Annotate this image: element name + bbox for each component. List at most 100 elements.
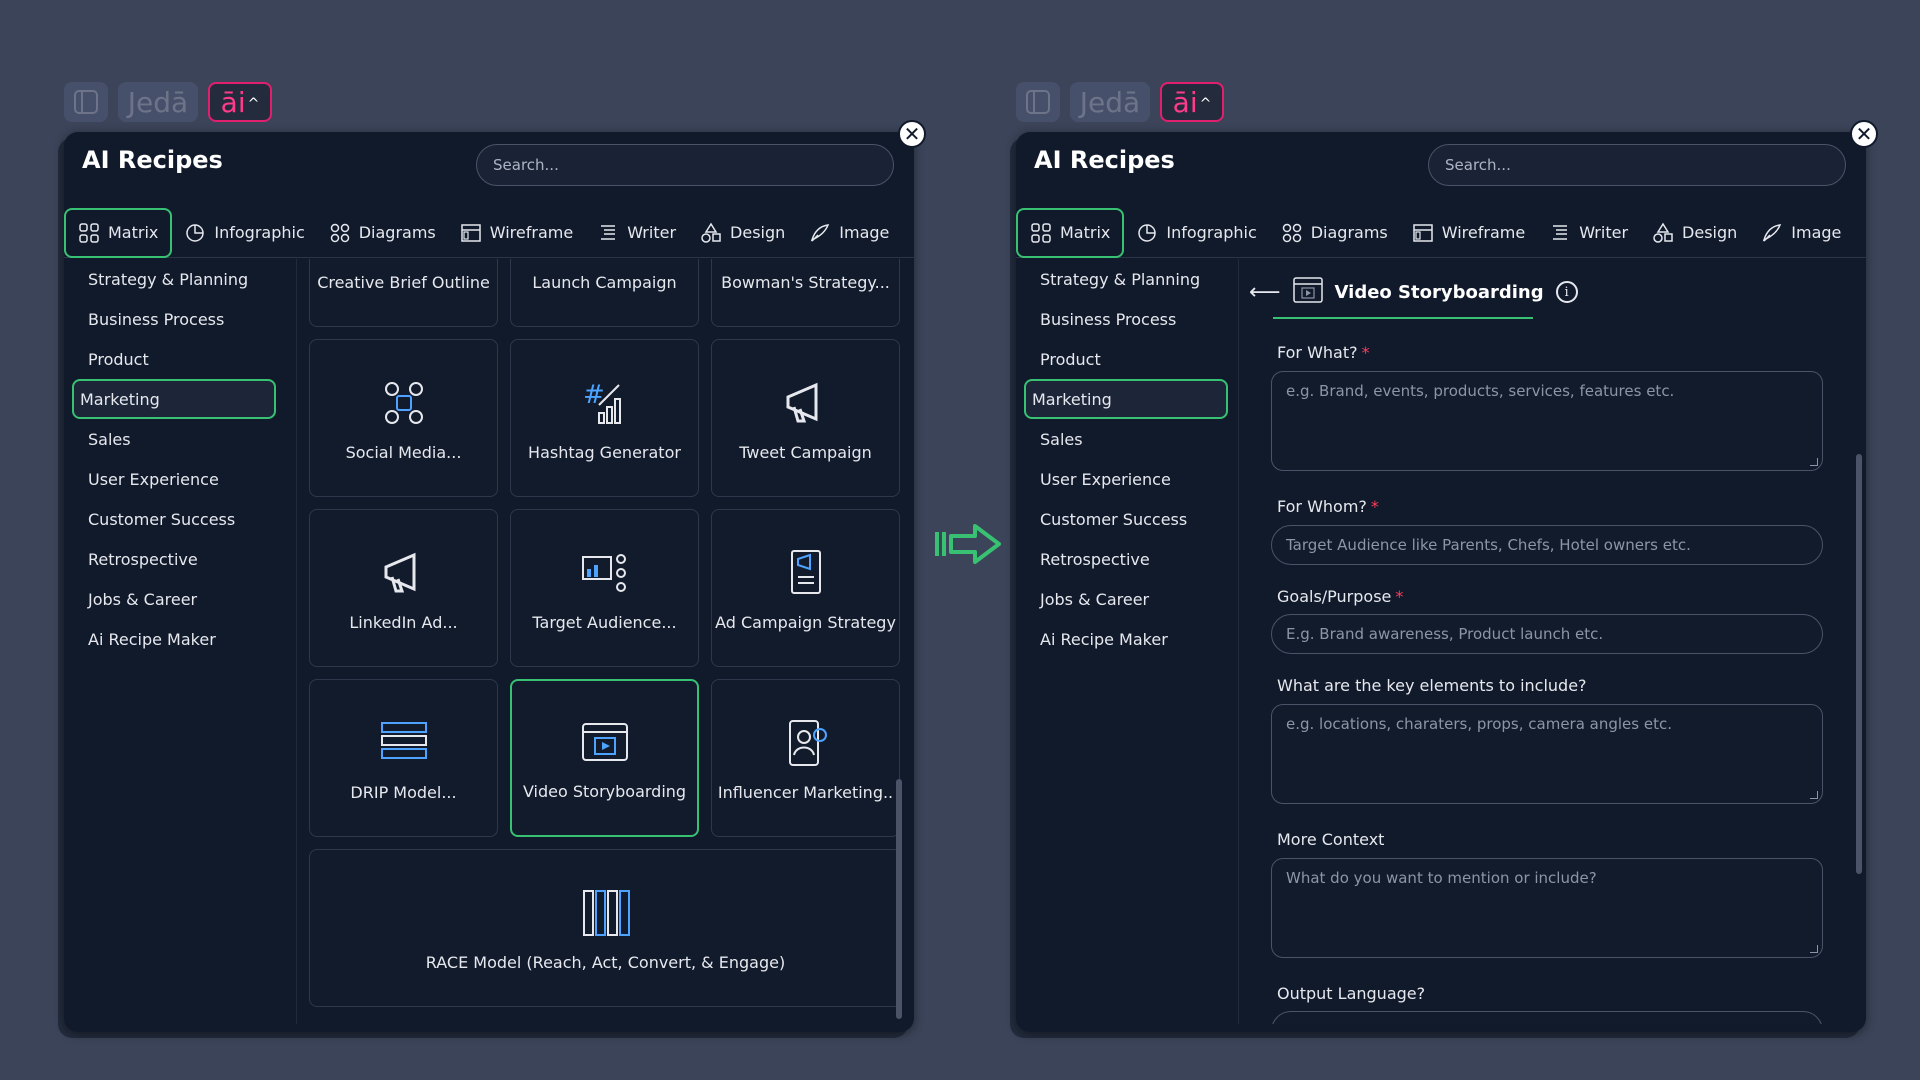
tab-label: Image <box>839 223 890 242</box>
resize-handle-icon[interactable] <box>1810 458 1818 466</box>
sidebar-item-ai-recipe-maker[interactable]: Ai Recipe Maker <box>72 619 276 659</box>
sidebar-item-retrospective[interactable]: Retrospective <box>1024 539 1228 579</box>
sidebar-item-strategy-planning[interactable]: Strategy & Planning <box>1024 259 1228 299</box>
tab-infographic[interactable]: Infographic <box>1124 208 1268 258</box>
sidebar-item-retrospective[interactable]: Retrospective <box>72 539 276 579</box>
recipe-card-tweet-campaign[interactable]: Tweet Campaign <box>711 339 900 497</box>
field-label-for-whom: For Whom? * <box>1277 497 1379 516</box>
tab-wireframe[interactable]: Wireframe <box>448 208 585 258</box>
category-sidebar: Strategy & Planning Business Process Pro… <box>64 259 284 659</box>
tab-writer[interactable]: Writer <box>585 208 688 258</box>
sidebar-toggle-icon[interactable] <box>64 82 108 122</box>
recipe-form: ⟵ Video Storyboarding i For What? * e.g. … <box>1238 259 1866 1024</box>
sidebar-item-customer-success[interactable]: Customer Success <box>72 499 276 539</box>
label-text: For What? <box>1277 343 1358 362</box>
key-elements-textarea[interactable]: e.g. locations, charaters, props, camera… <box>1271 704 1823 804</box>
sidebar-item-jobs-career[interactable]: Jobs & Career <box>1024 579 1228 619</box>
for-whom-input[interactable]: Target Audience like Parents, Chefs, Hot… <box>1271 525 1823 565</box>
sidebar-item-business-process[interactable]: Business Process <box>72 299 276 339</box>
search-input[interactable]: Search... <box>1428 144 1846 186</box>
label-text: For Whom? <box>1277 497 1367 516</box>
resize-handle-icon[interactable] <box>1810 945 1818 953</box>
tab-matrix[interactable]: Matrix <box>1016 207 1125 258</box>
tab-matrix[interactable]: Matrix <box>64 207 173 258</box>
tab-diagrams[interactable]: Diagrams <box>317 208 448 258</box>
resize-handle-icon[interactable] <box>1810 791 1818 799</box>
ai-button[interactable]: āi ^ <box>208 82 272 122</box>
card-label: RACE Model (Reach, Act, Convert, & Engag… <box>425 953 786 972</box>
sidebar-item-ai-recipe-maker[interactable]: Ai Recipe Maker <box>1024 619 1228 659</box>
stack-icon <box>376 715 432 771</box>
recipe-card-ad-campaign-strategy[interactable]: Ad Campaign Strategy <box>711 509 900 667</box>
sidebar-item-customer-success[interactable]: Customer Success <box>1024 499 1228 539</box>
recipe-card-linkedin-ad[interactable]: LinkedIn Ad... <box>309 509 498 667</box>
tab-image[interactable]: Image <box>797 208 901 258</box>
back-arrow-icon[interactable]: ⟵ <box>1249 280 1281 305</box>
field-label-more-context: More Context <box>1277 830 1384 849</box>
tab-label: Matrix <box>1060 223 1111 242</box>
recipe-card-race-model[interactable]: RACE Model (Reach, Act, Convert, & Engag… <box>309 849 902 1007</box>
label-text: What are the key elements to include? <box>1277 676 1587 695</box>
sidebar-item-jobs-career[interactable]: Jobs & Career <box>72 579 276 619</box>
tab-label: Infographic <box>1166 223 1257 242</box>
megaphone-icon <box>778 375 834 431</box>
ai-button[interactable]: āi ^ <box>1160 82 1224 122</box>
jeda-logo-button[interactable]: Jedā <box>118 82 198 122</box>
placeholder: Target Audience like Parents, Chefs, Hot… <box>1286 536 1691 554</box>
jeda-logo-button[interactable]: Jedā <box>1070 82 1150 122</box>
recipe-card-drip-model[interactable]: DRIP Model... <box>309 679 498 837</box>
sidebar-item-strategy-planning[interactable]: Strategy & Planning <box>72 259 276 299</box>
sidebar-toggle-icon[interactable] <box>1016 82 1060 122</box>
close-icon[interactable]: ✕ <box>898 120 926 148</box>
grid-icon <box>1030 222 1052 244</box>
sidebar-item-marketing[interactable]: Marketing <box>1024 379 1228 419</box>
form-title: Video Storyboarding <box>1334 281 1544 303</box>
tab-label: Diagrams <box>358 223 436 242</box>
tab-label: Wireframe <box>1441 223 1526 242</box>
sidebar-item-user-experience[interactable]: User Experience <box>72 459 276 499</box>
video-icon <box>577 714 633 770</box>
sidebar-item-product[interactable]: Product <box>1024 339 1228 379</box>
tab-writer[interactable]: Writer <box>1537 208 1640 258</box>
ai-recipes-panel-left: ✕ AI Recipes Search... Matrix Infographi… <box>64 120 926 1032</box>
search-input[interactable]: Search... <box>476 144 894 186</box>
tab-infographic[interactable]: Infographic <box>172 208 316 258</box>
grid-scrollbar[interactable] <box>896 779 902 1019</box>
recipe-card-social-media[interactable]: Social Media... <box>309 339 498 497</box>
more-context-textarea[interactable]: What do you want to mention or include? <box>1271 858 1823 958</box>
recipe-card-influencer-marketing[interactable]: Influencer Marketing.. <box>711 679 900 837</box>
shapes-icon <box>700 222 722 244</box>
left-topbar: Jedā āi ^ <box>64 81 272 123</box>
recipe-card-target-audience[interactable]: Target Audience... <box>510 509 699 667</box>
sidebar-item-business-process[interactable]: Business Process <box>1024 299 1228 339</box>
recipe-card-launch-campaign[interactable]: Launch Campaign <box>510 259 699 327</box>
influencer-icon <box>778 715 834 771</box>
sidebar-item-marketing[interactable]: Marketing <box>72 379 276 419</box>
sidebar-item-sales[interactable]: Sales <box>72 419 276 459</box>
card-label: Social Media... <box>345 443 462 462</box>
lines-icon <box>1549 222 1571 244</box>
ai-label: āi <box>1172 85 1198 119</box>
sidebar-item-user-experience[interactable]: User Experience <box>1024 459 1228 499</box>
tab-diagrams[interactable]: Diagrams <box>1269 208 1400 258</box>
video-icon <box>1292 277 1323 307</box>
for-what-textarea[interactable]: e.g. Brand, events, products, services, … <box>1271 371 1823 471</box>
field-label-for-what: For What? * <box>1277 343 1370 362</box>
recipe-card-hashtag-generator[interactable]: # Hashtag Generator <box>510 339 699 497</box>
tab-image[interactable]: Image <box>1749 208 1853 258</box>
recipe-tabs: Matrix Infographic Diagrams Wireframe Wr… <box>64 207 914 258</box>
output-language-select[interactable] <box>1271 1011 1823 1024</box>
tab-wireframe[interactable]: Wireframe <box>1400 208 1537 258</box>
sidebar-item-sales[interactable]: Sales <box>1024 419 1228 459</box>
sidebar-item-product[interactable]: Product <box>72 339 276 379</box>
form-scrollbar[interactable] <box>1856 454 1862 874</box>
recipe-card-bowmans-strategy[interactable]: Bowman's Strategy... <box>711 259 900 327</box>
tab-design[interactable]: Design <box>688 208 797 258</box>
recipe-card-creative-brief[interactable]: Creative Brief Outline <box>309 259 498 327</box>
goals-input[interactable]: E.g. Brand awareness, Product launch etc… <box>1271 614 1823 654</box>
close-icon[interactable]: ✕ <box>1850 120 1878 148</box>
info-icon[interactable]: i <box>1555 281 1578 303</box>
category-sidebar: Strategy & Planning Business Process Pro… <box>1016 259 1236 659</box>
tab-design[interactable]: Design <box>1640 208 1749 258</box>
recipe-card-video-storyboarding[interactable]: Video Storyboarding <box>510 679 699 837</box>
